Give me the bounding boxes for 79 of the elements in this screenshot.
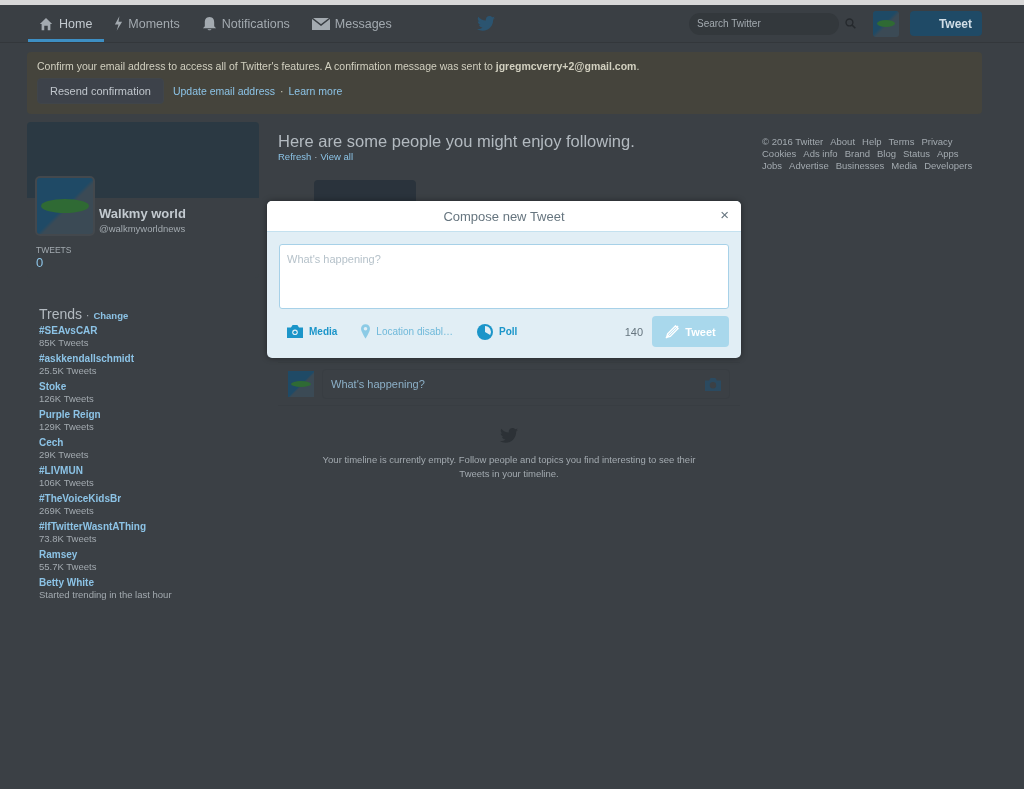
bird-icon[interactable] (477, 16, 496, 31)
search-field[interactable]: Search Twitter (689, 12, 839, 35)
footer-link[interactable]: Help (862, 136, 882, 147)
profile-name[interactable]: Walkmy world (99, 206, 259, 221)
media-button[interactable]: Media (279, 319, 346, 344)
footer-link[interactable]: Businesses (835, 160, 885, 171)
trend-name[interactable]: Purple Reign (39, 409, 247, 420)
trend-meta: 129K Tweets (39, 421, 95, 432)
trend-meta: Started trending in the last hour (39, 589, 173, 600)
refresh-link[interactable]: Refresh (278, 151, 312, 162)
footer-link[interactable]: Advertise (789, 160, 829, 171)
empty-timeline-message: Your timeline is currently empty. Follow people and topics you find interesting to see their Tweets in your timeline. (321, 453, 697, 482)
footer-link[interactable]: Apps (936, 148, 959, 159)
close-button[interactable]: × (718, 207, 731, 223)
avatar-drawing (288, 371, 314, 397)
trend-meta: 126K Tweets (39, 393, 95, 404)
trend-meta: 85K Tweets (39, 337, 90, 348)
footer-link[interactable]: Blog (877, 148, 897, 159)
map-pin-icon (361, 324, 371, 339)
footer-link[interactable]: Terms (888, 136, 915, 147)
lightning-icon (114, 16, 124, 31)
avatar-drawing[interactable] (873, 10, 899, 37)
separator-dot: · (280, 85, 284, 97)
character-counter: 140 (624, 325, 643, 338)
camera-icon[interactable] (705, 377, 721, 391)
stat-value[interactable]: 0 (36, 255, 259, 270)
nav-tab[interactable]: Messages (301, 5, 404, 42)
trend-meta: 269K Tweets (39, 505, 95, 516)
footer-link[interactable]: Brand (844, 148, 870, 159)
footer-link[interactable]: About (830, 136, 856, 147)
suggestions-heading: Here are some people you might enjoy following. (278, 132, 636, 151)
dialog-title: Compose new Tweet (443, 208, 565, 224)
separator-dot: · (314, 151, 318, 162)
trends-title: Trends (39, 306, 83, 322)
profile-handle[interactable]: @walkmyworldnews (99, 223, 259, 234)
poll-button[interactable]: Poll (469, 319, 526, 344)
search-icon (845, 18, 856, 29)
view-all-link[interactable]: View all (320, 151, 353, 162)
separator-dot: · (86, 310, 90, 321)
footer-link[interactable]: Ads info (803, 148, 838, 159)
nav-tab[interactable]: Notifications (191, 5, 302, 42)
camera-icon (287, 325, 303, 338)
footer-link[interactable]: Privacy (921, 136, 953, 147)
pen-icon (665, 324, 680, 339)
footer-link[interactable]: Status (903, 148, 930, 159)
footer-link[interactable]: © 2016 Twitter (762, 136, 824, 147)
trend-name[interactable]: #LIVMUN (39, 465, 247, 476)
footer-link[interactable]: Developers (924, 160, 973, 171)
update-email-link[interactable]: Update email address (172, 85, 276, 97)
tweet-button[interactable]: Tweet (910, 11, 982, 36)
pie-chart-icon (477, 323, 494, 340)
resend-button[interactable]: Resend confirmation (37, 78, 164, 104)
trend-name[interactable]: Betty White (39, 577, 247, 588)
trend-meta: 73.8K Tweets (39, 533, 98, 544)
trend-meta: 29K Tweets (39, 449, 90, 460)
avatar-drawing[interactable] (35, 176, 95, 236)
learn-more-link[interactable]: Learn more (288, 85, 343, 97)
trend-meta: 106K Tweets (39, 477, 95, 488)
trend-name[interactable]: Ramsey (39, 549, 247, 560)
nav-tab[interactable]: Home (28, 5, 105, 42)
trend-name[interactable]: #SEAvsCAR (39, 325, 247, 336)
change-link[interactable]: Change (93, 310, 129, 321)
trend-name[interactable]: #IfTwitterWasntAThing (39, 521, 247, 532)
trend-name[interactable]: Stoke (39, 381, 247, 392)
footer-link[interactable]: Media (891, 160, 918, 171)
stat-label: TWEETS (36, 245, 73, 255)
home-icon (38, 16, 54, 31)
trend-name[interactable]: Cech (39, 437, 247, 448)
trend-name[interactable]: #TheVoiceKidsBr (39, 493, 247, 504)
trend-name[interactable]: #askkendallschmidt (39, 353, 247, 364)
tweet-text-field[interactable]: What's happening? (279, 244, 729, 309)
envelope-icon (311, 16, 330, 31)
footer-link[interactable]: Cookies (762, 148, 797, 159)
notice-message: Confirm your email address to access all of Twitter's features. A confirmation message was sent to jgregmcverry+2@gmail.com. (37, 60, 641, 72)
bell-icon (201, 16, 217, 31)
trend-meta: 25.5K Tweets (39, 365, 98, 376)
footer-link[interactable]: Jobs (762, 160, 783, 171)
trend-meta: 55.7K Tweets (39, 561, 98, 572)
nav-tab[interactable]: Moments (104, 5, 192, 42)
